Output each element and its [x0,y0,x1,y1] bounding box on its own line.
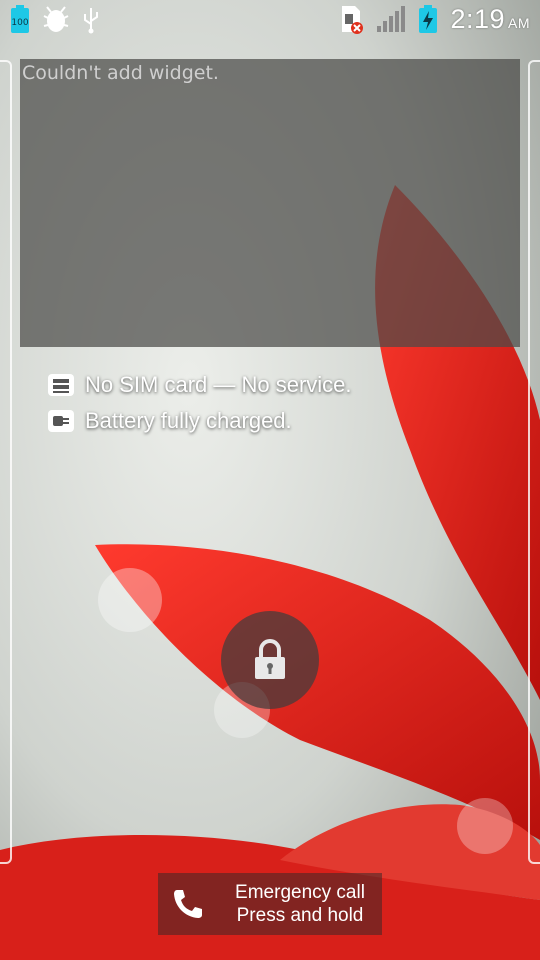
emergency-line1: Emergency call [235,882,365,903]
signal-icon [377,6,406,32]
emergency-labels: Emergency call Press and hold [218,881,382,927]
sim-card-icon [48,374,74,396]
phone-icon [174,890,202,918]
battery-charging-icon [419,5,438,33]
left-page-edge [0,60,12,864]
unlock-button[interactable] [221,611,319,709]
battery-status-line: Battery fully charged. [47,408,292,434]
no-sim-icon [342,6,364,34]
right-page-edge [528,60,540,864]
emergency-call-button[interactable]: Emergency call Press and hold [158,873,382,935]
status-clock: 2:19 AM [450,4,530,35]
sim-status-text: No SIM card — No service. [85,372,352,397]
usb-icon [84,8,98,34]
sim-status-line: No SIM card — No service. [47,372,352,398]
charger-plug-icon [48,410,74,432]
clock-ampm: AM [508,14,530,31]
widget-error-text: Couldn't add widget. [22,62,219,84]
phone-icon-wrap [158,887,218,921]
lock-icon [255,639,285,679]
android-debug-icon [43,6,69,32]
widget-area[interactable]: Couldn't add widget. [20,59,520,347]
battery-100-icon: 100 [11,5,29,33]
battery-level-text: 100 [11,18,28,28]
emergency-line2: Press and hold [236,905,364,926]
clock-time: 2:19 [450,3,505,34]
battery-status-text: Battery fully charged. [85,408,292,433]
status-bar: 100 2:19 AM [0,0,540,38]
